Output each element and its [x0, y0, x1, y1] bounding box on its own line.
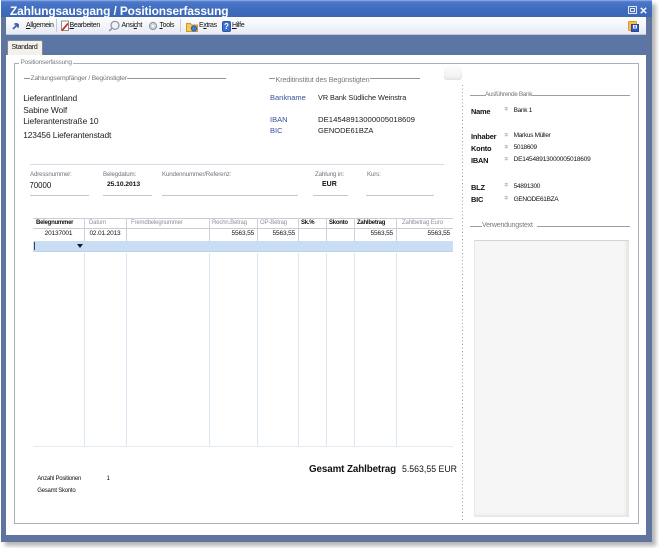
- svg-text:?: ?: [224, 22, 229, 31]
